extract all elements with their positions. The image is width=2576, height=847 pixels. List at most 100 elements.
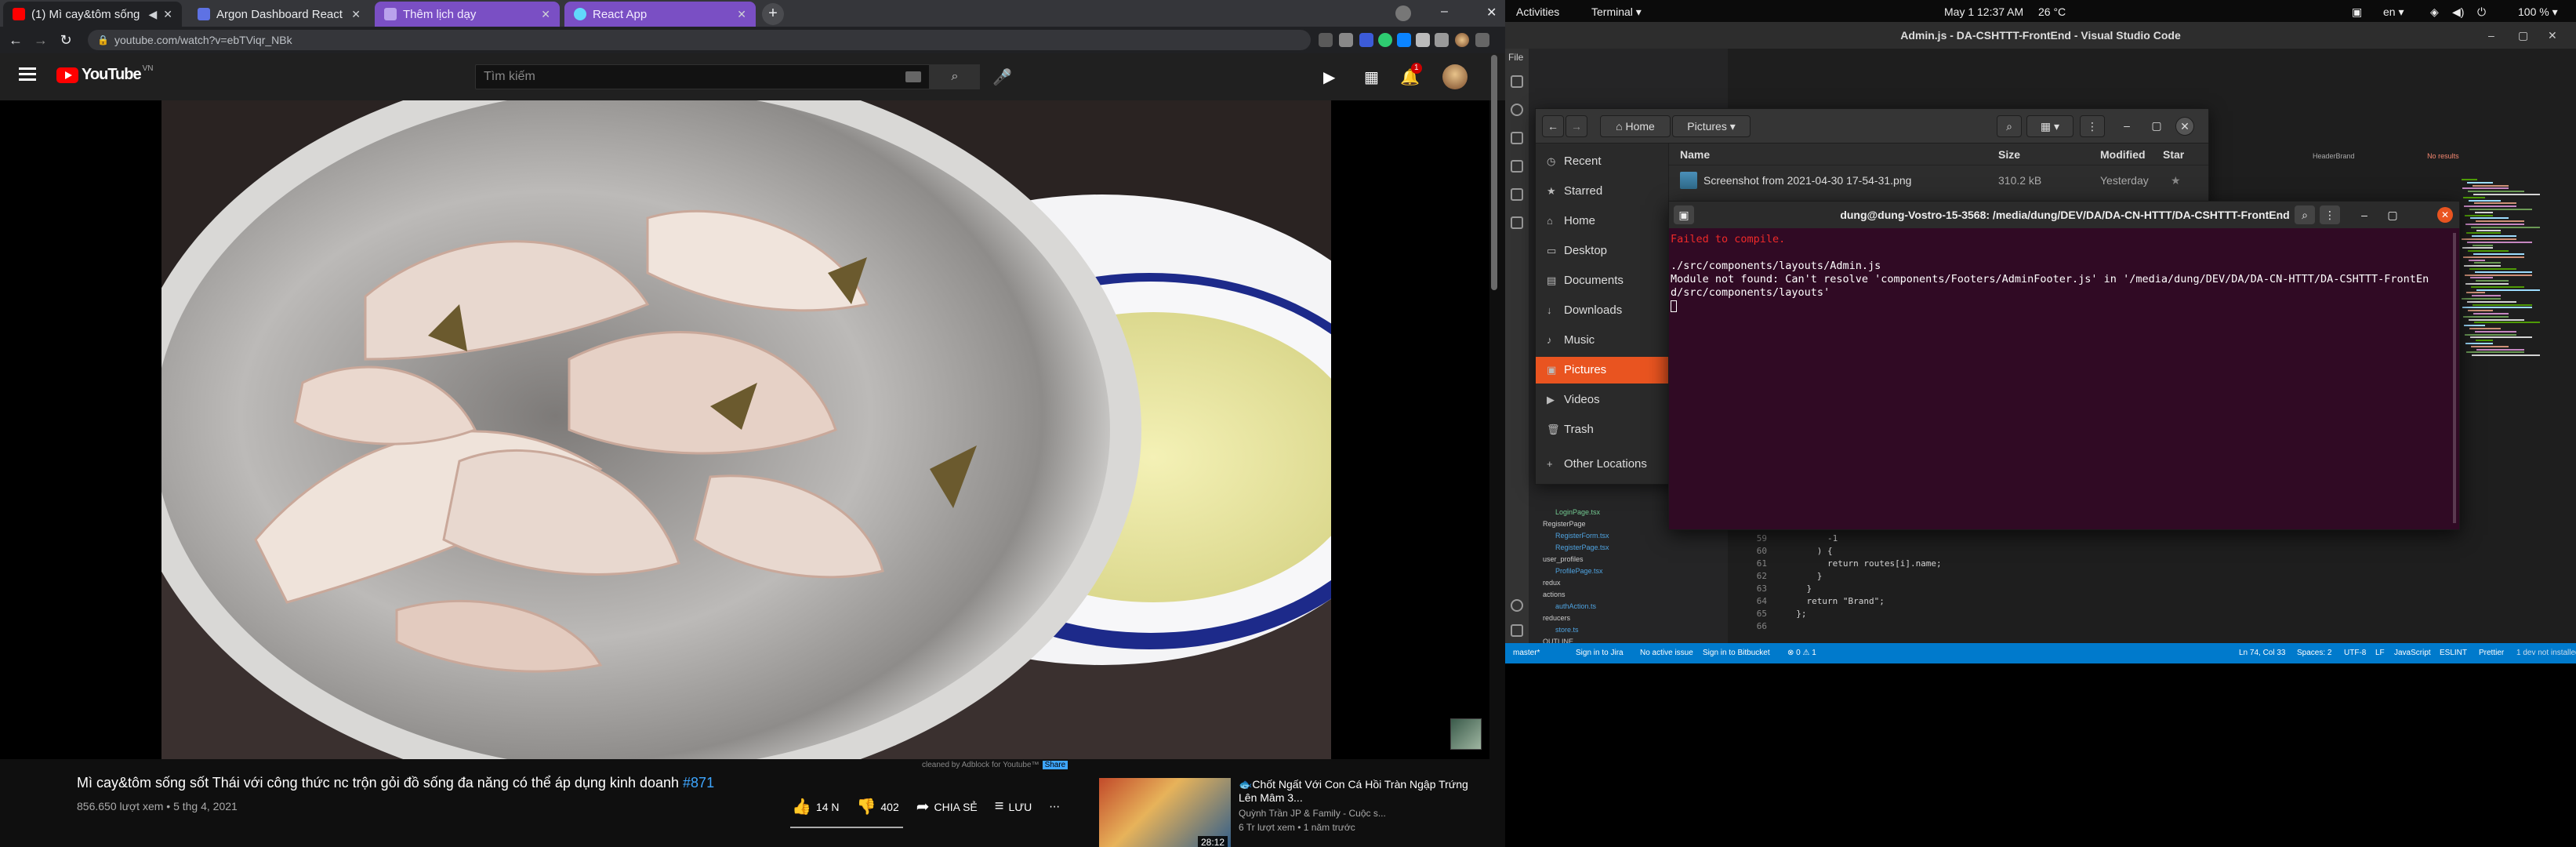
close-tab-icon[interactable]: ✕	[351, 8, 361, 21]
sidebar-item-music[interactable]: ♪ Music	[1536, 327, 1669, 354]
view-options-icon[interactable]: ▦ ▾	[2026, 115, 2073, 137]
tree-item[interactable]: user_profiles	[1543, 555, 1584, 563]
profile-avatar-icon[interactable]	[1455, 33, 1469, 47]
code-line[interactable]: }	[1786, 583, 1812, 594]
volume-icon[interactable]: ◀)	[2452, 5, 2464, 19]
maximize-button[interactable]: ▢	[2146, 115, 2168, 137]
extension-blue-icon[interactable]	[1397, 33, 1411, 47]
keyboard-language[interactable]: en ▾	[2383, 5, 2404, 19]
code-line[interactable]: return "Brand";	[1786, 596, 1884, 606]
column-modified[interactable]: Modified	[2100, 148, 2146, 161]
tree-item[interactable]: authAction.ts	[1555, 602, 1596, 610]
tree-item[interactable]: RegisterForm.tsx	[1555, 532, 1609, 540]
search-input[interactable]: Tìm kiếm	[475, 64, 930, 89]
column-star[interactable]: Star	[2163, 148, 2184, 161]
address-bar[interactable]: 🔒 youtube.com/watch?v=ebTViqr_NBk	[88, 30, 1311, 50]
sidebar-item-starred[interactable]: ★ Starred	[1536, 178, 1669, 205]
sidebar-item-home[interactable]: ⌂ Home	[1536, 208, 1669, 234]
line-ending[interactable]: LF	[2375, 649, 2385, 657]
bitbucket-signin[interactable]: Sign in to Bitbucket	[1703, 649, 1770, 657]
apps-grid-icon[interactable]: ▦	[1364, 67, 1379, 87]
minimize-button[interactable]: –	[1441, 5, 1448, 19]
bookmark-star-icon[interactable]	[1339, 33, 1353, 47]
code-line[interactable]: -1	[1786, 533, 1838, 543]
menu-icon[interactable]	[19, 67, 36, 82]
recommended-thumbnail[interactable]: 28:12	[1099, 778, 1231, 847]
terminal-output[interactable]: Failed to compile. ./src/components/layo…	[1671, 233, 2439, 523]
code-line[interactable]: }	[1786, 571, 1823, 581]
extensions-puzzle-icon[interactable]	[1416, 33, 1430, 47]
search-icon[interactable]	[1511, 104, 1523, 116]
video-player[interactable]	[161, 100, 1331, 759]
reload-button[interactable]: ↻	[56, 31, 75, 49]
back-button[interactable]: ←	[1542, 115, 1564, 137]
maximize-button[interactable]: ▢	[2382, 205, 2403, 224]
search-icon[interactable]: ⌕	[2295, 205, 2315, 224]
menu-icon[interactable]: ⋮	[2080, 115, 2105, 137]
new-tab-icon[interactable]: ▣	[1674, 205, 1694, 224]
tree-item[interactable]: actions	[1543, 591, 1566, 598]
tree-item[interactable]: LoginPage.tsx	[1555, 508, 1600, 516]
sidebar-item-recent[interactable]: ◷ Recent	[1536, 148, 1669, 175]
sidebar-item-pictures[interactable]: ▣ Pictures	[1536, 357, 1669, 384]
share-button[interactable]: ➦ CHIA SẺ	[916, 797, 978, 816]
terminal-scrollbar[interactable]	[2453, 233, 2456, 523]
active-issue[interactable]: No active issue	[1640, 649, 1693, 657]
tree-item[interactable]: redux	[1543, 579, 1561, 587]
tree-item[interactable]: RegisterPage	[1543, 520, 1586, 528]
sidebar-item-trash[interactable]: 🗑 Trash	[1536, 416, 1669, 443]
like-button[interactable]: 👍 14 N	[792, 797, 839, 816]
new-tab-button[interactable]: +	[762, 3, 784, 25]
search-term[interactable]: HeaderBrand	[2313, 152, 2355, 160]
search-button[interactable]: ⌕	[930, 64, 980, 89]
tab-youtube[interactable]: (1) Mì cay&tôm sống ◀ ✕	[3, 2, 182, 27]
code-line[interactable]: return routes[i].name;	[1786, 558, 1942, 569]
tab-them-lich-day[interactable]: Thêm lịch dạy ✕	[375, 2, 560, 27]
minimap[interactable]	[2462, 179, 2548, 359]
explorer-icon[interactable]	[1511, 75, 1523, 88]
video-hashtag[interactable]: #871	[683, 775, 714, 791]
power-icon[interactable]: ⏻	[2477, 5, 2486, 19]
recommended-title[interactable]: 🐟Chốt Ngất Với Con Cá Hồi Tràn Ngập Trứn…	[1239, 778, 1489, 805]
forward-button[interactable]: →	[1566, 115, 1587, 137]
close-tab-icon[interactable]: ✕	[163, 8, 172, 21]
extension-d-icon[interactable]	[1359, 33, 1373, 47]
language-mode[interactable]: JavaScript	[2394, 649, 2431, 657]
tree-item[interactable]: reducers	[1543, 614, 1570, 622]
cast-icon[interactable]	[1319, 33, 1333, 47]
tree-item[interactable]: ProfilePage.tsx	[1555, 567, 1603, 575]
run-debug-icon[interactable]	[1511, 160, 1523, 173]
keyboard-icon[interactable]	[905, 71, 921, 82]
problems-count[interactable]: ⊗ 0 ⚠ 1	[1787, 649, 1816, 657]
sidebar-item-desktop[interactable]: ▭ Desktop	[1536, 238, 1669, 264]
column-size[interactable]: Size	[1998, 148, 2020, 161]
wifi-icon[interactable]: ◈	[2430, 5, 2439, 19]
clock[interactable]: May 1 12:37 AM	[1944, 5, 2023, 18]
remote-icon[interactable]	[1511, 216, 1523, 229]
adblock-share-button[interactable]: Share	[1042, 761, 1068, 769]
page-scrollbar[interactable]	[1491, 55, 1497, 290]
profile-circle-icon[interactable]	[1395, 5, 1411, 21]
code-line[interactable]: ) {	[1786, 546, 1833, 556]
source-control-icon[interactable]	[1511, 132, 1523, 144]
star-icon[interactable]: ★	[2171, 174, 2181, 187]
account-icon[interactable]	[1511, 599, 1523, 612]
dev-notice[interactable]: 1 dev not installed	[2516, 649, 2576, 657]
file-menu[interactable]: File	[1508, 52, 1523, 63]
sidebar-item-other-locations[interactable]: + Other Locations	[1536, 451, 1669, 478]
close-window-button[interactable]: ✕	[1486, 5, 1497, 20]
close-tab-icon[interactable]: ✕	[737, 8, 746, 21]
activities-button[interactable]: Activities	[1516, 5, 1559, 18]
close-button[interactable]: ✕	[2437, 207, 2453, 223]
media-icon[interactable]	[1475, 33, 1489, 47]
minimize-button[interactable]: –	[2354, 205, 2375, 224]
tree-item[interactable]: store.ts	[1555, 626, 1579, 634]
encoding[interactable]: UTF-8	[2344, 649, 2366, 657]
cursor-position[interactable]: Ln 74, Col 33	[2239, 649, 2286, 657]
indicator-icon[interactable]: ▣	[2352, 5, 2362, 19]
tab-argon[interactable]: Argon Dashboard React ✕	[188, 2, 370, 27]
speaker-icon[interactable]: ◀	[148, 8, 157, 21]
sidebar-item-downloads[interactable]: ↓ Downloads	[1536, 297, 1669, 324]
more-actions-button[interactable]: ⋯	[1049, 800, 1060, 813]
sidebar-item-videos[interactable]: ▶ Videos	[1536, 387, 1669, 413]
